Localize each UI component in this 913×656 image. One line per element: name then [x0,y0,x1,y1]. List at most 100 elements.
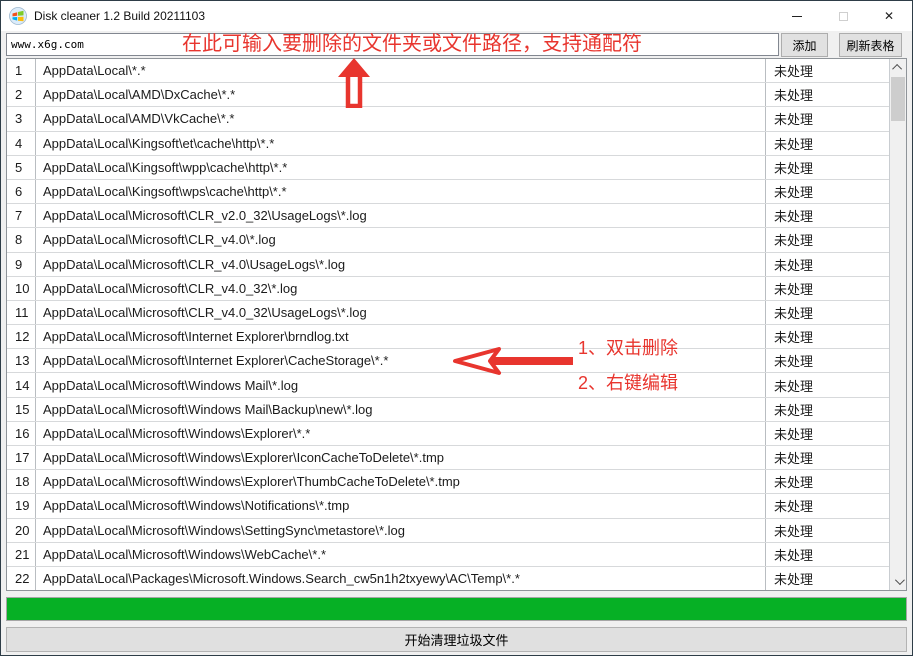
close-icon: ✕ [884,10,894,22]
row-status-cell: 未处理 [765,567,889,590]
row-path-cell: AppData\Local\Microsoft\CLR_v2.0_32\Usag… [36,204,765,227]
table-row[interactable]: 11 AppData\Local\Microsoft\CLR_v4.0_32\U… [7,301,889,325]
refresh-table-button[interactable]: 刷新表格 [839,33,902,57]
row-status-cell: 未处理 [765,228,889,251]
window-title: Disk cleaner 1.2 Build 20211103 [34,9,205,23]
scroll-up-button[interactable] [890,59,906,76]
table-row[interactable]: 19 AppData\Local\Microsoft\Windows\Notif… [7,494,889,518]
row-path-cell: AppData\Local\Microsoft\CLR_v4.0\*.log [36,228,765,251]
row-status-cell: 未处理 [765,180,889,203]
table-row[interactable]: 15 AppData\Local\Microsoft\Windows Mail\… [7,398,889,422]
row-number-cell: 9 [7,253,36,276]
table-row[interactable]: 2 AppData\Local\AMD\DxCache\*.* 未处理 [7,83,889,107]
table-row[interactable]: 21 AppData\Local\Microsoft\Windows\WebCa… [7,543,889,567]
scroll-down-button[interactable] [890,573,906,590]
row-status-cell: 未处理 [765,446,889,469]
row-number-cell: 22 [7,567,36,590]
row-path-cell: AppData\Local\Microsoft\Windows\SettingS… [36,519,765,542]
row-number-cell: 21 [7,543,36,566]
row-status-cell: 未处理 [765,422,889,445]
row-number-cell: 15 [7,398,36,421]
table-row[interactable]: 5 AppData\Local\Kingsoft\wpp\cache\http\… [7,156,889,180]
row-number-cell: 2 [7,83,36,106]
app-window: Disk cleaner 1.2 Build 20211103 ✕ 添加 刷新表… [0,0,913,656]
row-number-cell: 3 [7,107,36,130]
row-path-cell: AppData\Local\Microsoft\CLR_v4.0_32\*.lo… [36,277,765,300]
table-row[interactable]: 3 AppData\Local\AMD\VkCache\*.* 未处理 [7,107,889,131]
windows-logo-icon [9,7,27,25]
row-status-cell: 未处理 [765,301,889,324]
table-row[interactable]: 14 AppData\Local\Microsoft\Windows Mail\… [7,373,889,397]
table-row[interactable]: 12 AppData\Local\Microsoft\Internet Expl… [7,325,889,349]
row-path-cell: AppData\Local\*.* [36,59,765,82]
maximize-button [820,1,866,31]
row-path-cell: AppData\Local\Microsoft\CLR_v4.0_32\Usag… [36,301,765,324]
table-row[interactable]: 1 AppData\Local\*.* 未处理 [7,59,889,83]
window-controls: ✕ [774,1,912,31]
table-rows: 1 AppData\Local\*.* 未处理 2 AppData\Local\… [7,59,889,590]
table-row[interactable]: 22 AppData\Local\Packages\Microsoft.Wind… [7,567,889,590]
table-row[interactable]: 16 AppData\Local\Microsoft\Windows\Explo… [7,422,889,446]
row-path-cell: AppData\Local\Microsoft\Windows\Explorer… [36,446,765,469]
row-number-cell: 14 [7,373,36,396]
minimize-button[interactable] [774,1,820,31]
add-button[interactable]: 添加 [781,33,828,57]
start-clean-button[interactable]: 开始清理垃圾文件 [6,627,907,652]
row-status-cell: 未处理 [765,277,889,300]
table-row[interactable]: 18 AppData\Local\Microsoft\Windows\Explo… [7,470,889,494]
row-status-cell: 未处理 [765,59,889,82]
scrollbar-thumb[interactable] [891,77,905,121]
row-number-cell: 19 [7,494,36,517]
path-input[interactable] [6,33,779,56]
row-number-cell: 12 [7,325,36,348]
row-number-cell: 16 [7,422,36,445]
row-path-cell: AppData\Local\Microsoft\CLR_v4.0\UsageLo… [36,253,765,276]
row-status-cell: 未处理 [765,156,889,179]
row-status-cell: 未处理 [765,519,889,542]
table-row[interactable]: 4 AppData\Local\Kingsoft\et\cache\http\*… [7,132,889,156]
table-row[interactable]: 8 AppData\Local\Microsoft\CLR_v4.0\*.log… [7,228,889,252]
table-row[interactable]: 7 AppData\Local\Microsoft\CLR_v2.0_32\Us… [7,204,889,228]
row-path-cell: AppData\Local\Kingsoft\wpp\cache\http\*.… [36,156,765,179]
table-row[interactable]: 9 AppData\Local\Microsoft\CLR_v4.0\Usage… [7,253,889,277]
title-bar: Disk cleaner 1.2 Build 20211103 ✕ [1,1,912,31]
row-path-cell: AppData\Local\Microsoft\Windows\Explorer… [36,422,765,445]
table-row[interactable]: 6 AppData\Local\Kingsoft\wps\cache\http\… [7,180,889,204]
progress-bar [6,597,907,621]
table-row[interactable]: 17 AppData\Local\Microsoft\Windows\Explo… [7,446,889,470]
chevron-down-icon [894,575,904,585]
vertical-scrollbar[interactable] [889,59,906,590]
row-number-cell: 1 [7,59,36,82]
close-button[interactable]: ✕ [866,1,912,31]
row-status-cell: 未处理 [765,494,889,517]
row-number-cell: 13 [7,349,36,372]
row-status-cell: 未处理 [765,543,889,566]
row-path-cell: AppData\Local\AMD\DxCache\*.* [36,83,765,106]
row-path-cell: AppData\Local\AMD\VkCache\*.* [36,107,765,130]
row-number-cell: 18 [7,470,36,493]
row-path-cell: AppData\Local\Kingsoft\wps\cache\http\*.… [36,180,765,203]
row-number-cell: 17 [7,446,36,469]
table-row[interactable]: 20 AppData\Local\Microsoft\Windows\Setti… [7,519,889,543]
row-status-cell: 未处理 [765,373,889,396]
row-path-cell: AppData\Local\Microsoft\Internet Explore… [36,349,765,372]
row-status-cell: 未处理 [765,470,889,493]
row-status-cell: 未处理 [765,132,889,155]
row-path-cell: AppData\Local\Microsoft\Windows\WebCache… [36,543,765,566]
row-path-cell: AppData\Local\Microsoft\Windows\Explorer… [36,470,765,493]
row-status-cell: 未处理 [765,325,889,348]
row-path-cell: AppData\Local\Microsoft\Internet Explore… [36,325,765,348]
row-status-cell: 未处理 [765,204,889,227]
row-number-cell: 11 [7,301,36,324]
row-status-cell: 未处理 [765,107,889,130]
path-table: 1 AppData\Local\*.* 未处理 2 AppData\Local\… [6,58,907,591]
row-number-cell: 10 [7,277,36,300]
row-number-cell: 7 [7,204,36,227]
table-row[interactable]: 13 AppData\Local\Microsoft\Internet Expl… [7,349,889,373]
row-number-cell: 8 [7,228,36,251]
row-number-cell: 5 [7,156,36,179]
row-number-cell: 20 [7,519,36,542]
row-status-cell: 未处理 [765,83,889,106]
table-row[interactable]: 10 AppData\Local\Microsoft\CLR_v4.0_32\*… [7,277,889,301]
row-path-cell: AppData\Local\Packages\Microsoft.Windows… [36,567,765,590]
